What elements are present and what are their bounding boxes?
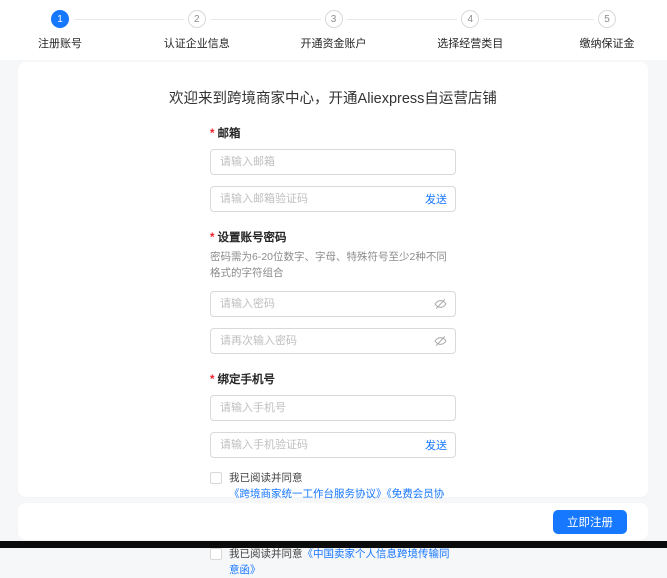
- confirm-password-input[interactable]: [210, 328, 456, 354]
- email-code-input[interactable]: [210, 186, 456, 212]
- step-circle-5: 5: [598, 10, 616, 28]
- stepper-step-pay-deposit[interactable]: 5 缴纳保证金: [559, 10, 655, 51]
- email-input[interactable]: [210, 149, 456, 175]
- agreement-text-cross-border: 我已阅读并同意《中国卖家个人信息跨境传输同意函》: [229, 546, 456, 578]
- eye-off-icon[interactable]: [434, 297, 447, 310]
- stepper-step-verify-company[interactable]: 2 认证企业信息: [149, 10, 245, 51]
- email-input-wrap: [210, 149, 456, 175]
- phone-label: *绑定手机号: [210, 371, 456, 387]
- stepper-step-register[interactable]: 1 注册账号: [12, 10, 108, 51]
- phone-input-wrap: [210, 395, 456, 421]
- step-circle-1: 1: [51, 10, 69, 28]
- stepper: 1 注册账号 2 认证企业信息 3 开通资金账户 4 选择经营类目 5 缴纳保证…: [12, 10, 655, 51]
- page-title: 欢迎来到跨境商家中心，开通Aliexpress自运营店铺: [18, 87, 648, 108]
- phone-send-code-button[interactable]: 发送: [425, 437, 447, 453]
- email-send-code-button[interactable]: 发送: [425, 191, 447, 207]
- confirm-password-input-wrap: [210, 328, 456, 354]
- required-mark: *: [210, 128, 214, 140]
- bottom-black-strip: [0, 541, 667, 548]
- agreement-prefix: 我已阅读并同意: [229, 472, 303, 484]
- password-hint: 密码需为6-20位数字、字母、特殊符号至少2种不同格式的字符组合: [210, 250, 456, 282]
- password-label: *设置账号密码: [210, 229, 456, 245]
- step-circle-2: 2: [188, 10, 206, 28]
- stepper-step-choose-category[interactable]: 4 选择经营类目: [422, 10, 518, 51]
- email-code-input-wrap: 发送: [210, 186, 456, 212]
- email-section: *邮箱 发送: [210, 125, 456, 212]
- stepper-bar: 1 注册账号 2 认证企业信息 3 开通资金账户 4 选择经营类目 5 缴纳保证…: [0, 0, 667, 60]
- phone-code-input-wrap: 发送: [210, 432, 456, 458]
- phone-input[interactable]: [210, 395, 456, 421]
- agreement-checkbox-main[interactable]: [210, 472, 222, 484]
- agreement-row-cross-border: 我已阅读并同意《中国卖家个人信息跨境传输同意函》: [210, 546, 456, 578]
- required-mark: *: [210, 232, 214, 244]
- email-label: *邮箱: [210, 125, 456, 141]
- step-label-1: 注册账号: [38, 35, 82, 51]
- password-section: *设置账号密码 密码需为6-20位数字、字母、特殊符号至少2种不同格式的字符组合: [210, 229, 456, 354]
- register-now-button[interactable]: 立即注册: [553, 510, 627, 534]
- password-input-wrap: [210, 291, 456, 317]
- step-label-5: 缴纳保证金: [580, 35, 635, 51]
- step-label-4: 选择经营类目: [437, 35, 503, 51]
- password-input[interactable]: [210, 291, 456, 317]
- step-circle-4: 4: [461, 10, 479, 28]
- step-label-2: 认证企业信息: [164, 35, 230, 51]
- agreement-link-workbench-service[interactable]: 《跨境商家统一工作台服务协议》: [229, 488, 387, 500]
- agreement-prefix: 我已阅读并同意: [229, 548, 303, 560]
- eye-off-icon[interactable]: [434, 334, 447, 347]
- agreement-checkbox-cross-border[interactable]: [210, 548, 222, 560]
- step-circle-3: 3: [325, 10, 343, 28]
- phone-code-input[interactable]: [210, 432, 456, 458]
- footer-bar: 立即注册: [18, 503, 648, 540]
- stepper-step-open-fund-account[interactable]: 3 开通资金账户: [286, 10, 382, 51]
- required-mark: *: [210, 374, 214, 386]
- registration-card: 欢迎来到跨境商家中心，开通Aliexpress自运营店铺 *邮箱 发送 *设置账…: [18, 62, 648, 497]
- phone-section: *绑定手机号 发送: [210, 371, 456, 458]
- step-label-3: 开通资金账户: [301, 35, 367, 51]
